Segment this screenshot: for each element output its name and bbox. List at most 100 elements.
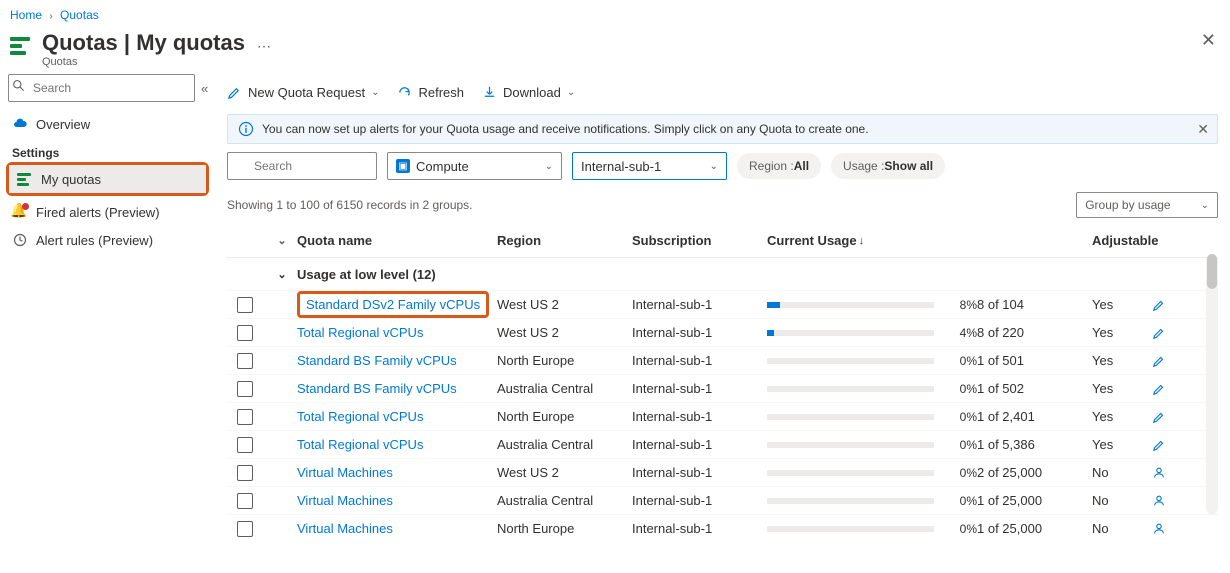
sidebar-search-input[interactable] [8,74,195,102]
group-row[interactable]: ⌄ Usage at low level (12) [227,258,1218,290]
info-icon [238,121,254,137]
breadcrumb-home[interactable]: Home [10,8,42,22]
row-action[interactable] [1152,354,1182,368]
filter-search-input[interactable] [227,152,377,180]
subscription-dropdown[interactable]: Internal-sub-1 ⌄ [572,152,727,180]
cell-region: Australia Central [497,381,632,396]
table-row[interactable]: Standard BS Family vCPUsNorth EuropeInte… [227,346,1218,374]
row-checkbox[interactable] [237,437,253,453]
pencil-icon[interactable] [1152,298,1166,312]
more-actions[interactable]: ⋯ [257,38,273,55]
cell-usage: 0% [767,354,977,368]
quota-link[interactable]: Virtual Machines [297,493,393,508]
sidebar-item-my-quotas[interactable]: My quotas [9,165,206,193]
search-icon [12,79,25,92]
compute-icon: ▣ [396,159,410,173]
sidebar-item-overview[interactable]: Overview [4,110,211,138]
category-dropdown[interactable]: ▣ Compute ⌄ [387,152,562,180]
cell-usage: 4% [767,326,977,340]
expand-all-chevron[interactable]: ⌄ [267,234,297,247]
row-checkbox[interactable] [237,409,253,425]
table-row[interactable]: Total Regional vCPUsWest US 2Internal-su… [227,318,1218,346]
sidebar-item-alert-rules[interactable]: Alert rules (Preview) [4,226,211,254]
row-action[interactable] [1152,466,1182,480]
user-icon[interactable] [1152,522,1166,536]
quota-link[interactable]: Total Regional vCPUs [297,409,423,424]
quota-link[interactable]: Virtual Machines [297,521,393,536]
row-action[interactable] [1152,438,1182,452]
row-checkbox[interactable] [237,521,253,537]
quota-link[interactable]: Total Regional vCPUs [297,437,423,452]
cell-of: 2 of 25,000 [977,465,1092,480]
scrollbar[interactable] [1206,254,1218,514]
usage-filter-pill[interactable]: Usage : Show all [831,153,945,179]
quota-link[interactable]: Virtual Machines [297,465,393,480]
cell-adjustable: No [1092,493,1152,508]
download-button[interactable]: Download ⌄ [482,85,575,100]
quota-link[interactable]: Standard BS Family vCPUs [297,381,457,396]
table-row[interactable]: Standard BS Family vCPUs Australia Centra… [227,374,1218,402]
row-action[interactable] [1152,298,1182,312]
row-action[interactable] [1152,326,1182,340]
cell-of: 1 of 5,386 [977,437,1092,452]
table-row[interactable]: Standard DSv2 Family vCPUsWest US 2Inter… [227,290,1218,318]
table-row[interactable]: Virtual MachinesAustralia CentralInterna… [227,486,1218,514]
close-button[interactable]: ✕ [1201,30,1216,51]
refresh-button[interactable]: Refresh [397,85,464,100]
user-icon[interactable] [1152,466,1166,480]
row-checkbox[interactable] [237,381,253,397]
pencil-icon[interactable] [1152,438,1166,452]
cloud-icon [12,116,28,132]
new-quota-request-button[interactable]: New Quota Request ⌄ [227,85,379,100]
row-checkbox[interactable] [237,465,253,481]
cell-subscription: Internal-sub-1 [632,437,767,452]
row-action[interactable] [1152,522,1182,536]
usage-percent: 0% [942,410,977,424]
row-checkbox[interactable] [237,325,253,341]
pencil-icon[interactable] [1152,382,1166,396]
group-by-dropdown[interactable]: Group by usage ⌄ [1076,192,1218,218]
row-action[interactable] [1152,494,1182,508]
col-subscription[interactable]: Subscription [632,233,767,248]
collapse-sidebar-button[interactable]: « [201,74,208,102]
row-checkbox[interactable] [237,353,253,369]
toolbar-label: Download [503,85,561,100]
quotas-icon [17,171,33,187]
scrollbar-thumb[interactable] [1207,254,1217,289]
cell-usage: 0% [767,438,977,452]
col-quota-name[interactable]: Quota name [297,233,497,248]
toolbar-label: Refresh [418,85,464,100]
cell-adjustable: Yes [1092,297,1152,312]
quota-link[interactable]: Standard DSv2 Family vCPUs [306,297,480,312]
row-checkbox[interactable] [237,493,253,509]
table-row[interactable]: Total Regional vCPUsNorth EuropeInternal… [227,402,1218,430]
quota-link[interactable]: Total Regional vCPUs [297,325,423,340]
row-checkbox[interactable] [237,297,253,313]
col-current-usage[interactable]: Current Usage↓ [767,233,977,248]
region-filter-pill[interactable]: Region : All [737,153,821,179]
row-action[interactable] [1152,410,1182,424]
pencil-icon[interactable] [1152,354,1166,368]
breadcrumb-current[interactable]: Quotas [60,8,99,22]
records-summary-row: Showing 1 to 100 of 6150 records in 2 gr… [227,192,1218,218]
banner-dismiss-button[interactable]: ✕ [1197,121,1209,138]
table-row[interactable]: Virtual MachinesNorth EuropeInternal-sub… [227,514,1218,542]
col-adjustable[interactable]: Adjustable [1092,233,1152,248]
cell-usage: 0% [767,466,977,480]
table-row[interactable]: Virtual MachinesWest US 2Internal-sub-10… [227,458,1218,486]
banner-text: You can now set up alerts for your Quota… [262,122,869,136]
pencil-icon[interactable] [1152,410,1166,424]
row-action[interactable] [1152,382,1182,396]
user-icon[interactable] [1152,494,1166,508]
col-region[interactable]: Region [497,233,632,248]
cell-usage: 0% [767,382,977,396]
table-row[interactable]: Total Regional vCPUsAustralia CentralInt… [227,430,1218,458]
cell-subscription: Internal-sub-1 [632,493,767,508]
cell-adjustable: No [1092,521,1152,536]
cell-of: 1 of 25,000 [977,493,1092,508]
pencil-icon[interactable] [1152,326,1166,340]
cell-subscription: Internal-sub-1 [632,381,767,396]
quota-link[interactable]: Standard BS Family vCPUs [297,353,457,368]
sidebar-item-fired-alerts[interactable]: Fired alerts (Preview) [4,198,211,226]
cell-region: West US 2 [497,465,632,480]
